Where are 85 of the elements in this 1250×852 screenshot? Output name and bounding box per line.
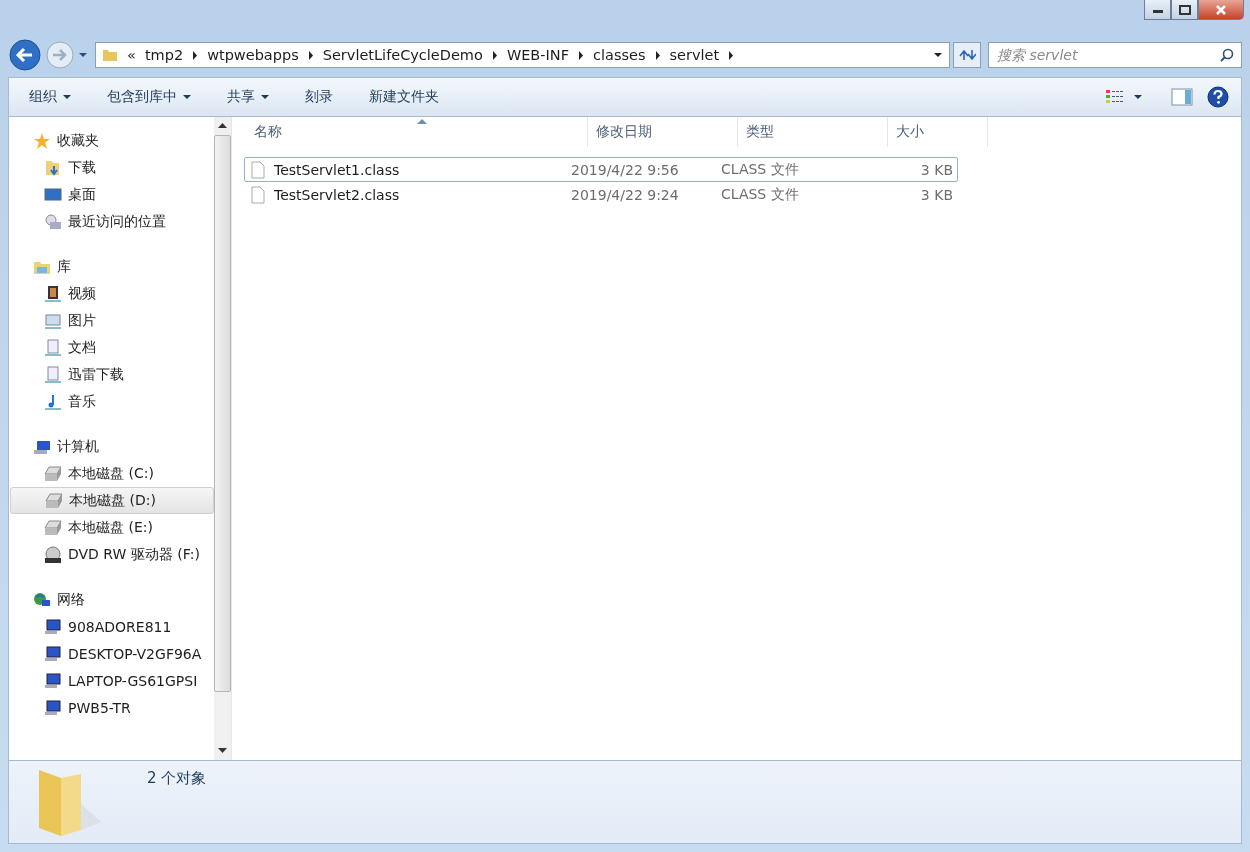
chevron-icon[interactable]: [192, 50, 199, 60]
nav-item[interactable]: 908ADORE811: [10, 613, 214, 640]
nav-item[interactable]: 图片: [10, 307, 214, 334]
scrollbar[interactable]: [214, 117, 231, 760]
item-count: 2 个对象: [147, 769, 207, 788]
video-icon: [44, 284, 62, 303]
breadcrumb[interactable]: servlet: [669, 47, 720, 63]
nav-group[interactable]: 库: [9, 253, 214, 280]
nav-item[interactable]: 桌面: [10, 181, 214, 208]
search-icon: [1220, 48, 1234, 62]
maximize-button[interactable]: [1171, 0, 1198, 20]
column-header[interactable]: 大小: [888, 117, 988, 147]
refresh-button[interactable]: [953, 42, 981, 68]
breadcrumb[interactable]: WEB-INF: [506, 47, 570, 63]
drive-icon: [44, 464, 62, 483]
breadcrumb[interactable]: wtpwebapps: [207, 47, 299, 63]
help-icon[interactable]: [1207, 86, 1229, 108]
scroll-down-icon[interactable]: [218, 748, 227, 754]
nav-item[interactable]: PWB5-TR: [10, 694, 214, 721]
drive-icon: [45, 491, 63, 510]
nav-item[interactable]: LAPTOP-GS61GPSI: [10, 667, 214, 694]
chevron-icon[interactable]: [654, 50, 661, 60]
breadcrumb[interactable]: ServletLifeCycleDemo: [322, 47, 483, 63]
nav-item[interactable]: 最近访问的位置: [10, 208, 214, 235]
nav-item[interactable]: DESKTOP-V2GF96A: [10, 640, 214, 667]
recent-pages-icon[interactable]: [78, 52, 88, 58]
nav-item[interactable]: 下载: [10, 154, 214, 181]
column-header[interactable]: 名称: [246, 117, 588, 147]
sort-arrow-icon: [416, 119, 427, 124]
column-header[interactable]: 修改日期: [588, 117, 738, 147]
desktop-icon: [44, 185, 62, 204]
chevron-icon[interactable]: [578, 50, 585, 60]
toolbar-button[interactable]: 刻录: [297, 84, 341, 110]
nav-item[interactable]: 视频: [10, 280, 214, 307]
dvd-icon: [44, 545, 62, 564]
pc-icon: [44, 671, 62, 690]
back-button[interactable]: [8, 38, 42, 72]
music-icon: [44, 392, 62, 411]
refresh-icon: [958, 48, 976, 62]
nav-group[interactable]: 网络: [9, 586, 214, 613]
nav-item[interactable]: 音乐: [10, 388, 214, 415]
nav-item[interactable]: DVD RW 驱动器 (F:): [10, 541, 214, 568]
nav-item[interactable]: 本地磁盘 (E:): [10, 514, 214, 541]
network-icon: [33, 590, 51, 609]
search-field[interactable]: 搜索 servlet: [988, 42, 1242, 68]
overflow-chevron[interactable]: «: [127, 47, 136, 63]
nav-item[interactable]: 本地磁盘 (C:): [10, 460, 214, 487]
nav-group[interactable]: 收藏夹: [9, 127, 214, 154]
file-row[interactable]: TestServlet1.class 2019/4/22 9:56 CLASS 文件 3 KB: [244, 157, 958, 182]
folder-icon: [102, 47, 118, 63]
dropdown-icon[interactable]: [933, 52, 943, 58]
toolbar-button[interactable]: 包含到库中: [99, 84, 199, 110]
star-icon: [33, 131, 51, 150]
toolbar-button[interactable]: 组织: [21, 84, 79, 110]
nav-item[interactable]: 文档: [10, 334, 214, 361]
breadcrumb[interactable]: classes: [593, 47, 646, 63]
close-button[interactable]: [1198, 0, 1244, 20]
maximize-icon: [1178, 4, 1191, 15]
toolbar-button[interactable]: 新建文件夹: [361, 84, 447, 110]
minimize-button[interactable]: [1144, 0, 1171, 20]
file-icon: [251, 185, 265, 204]
pc-icon: [44, 644, 62, 663]
address-bar[interactable]: « tmp2 wtpwebapps ServletLifeCycleDemo WEB-INF classes servlet: [95, 42, 950, 68]
pc-icon: [44, 698, 62, 717]
dropdown-icon[interactable]: [1133, 94, 1143, 100]
close-icon: [1215, 3, 1227, 16]
chevron-icon[interactable]: [307, 50, 314, 60]
download-icon: [44, 158, 62, 177]
nav-group[interactable]: 计算机: [9, 433, 214, 460]
breadcrumb[interactable]: tmp2: [144, 47, 184, 63]
file-row[interactable]: TestServlet2.class 2019/4/22 9:24 CLASS 文件 3 KB: [244, 182, 958, 207]
chevron-icon[interactable]: [491, 50, 498, 60]
picture-icon: [44, 311, 62, 330]
doc-icon: [44, 338, 62, 357]
file-icon: [251, 160, 265, 179]
nav-item[interactable]: 本地磁盘 (D:): [10, 487, 214, 514]
column-header[interactable]: 类型: [738, 117, 888, 147]
view-options-icon[interactable]: [1105, 89, 1125, 105]
pc-icon: [44, 617, 62, 636]
chevron-icon[interactable]: [728, 50, 735, 60]
toolbar-button[interactable]: 共享: [219, 84, 277, 110]
nav-item[interactable]: 迅雷下载: [10, 361, 214, 388]
drive-icon: [44, 518, 62, 537]
scroll-up-icon[interactable]: [218, 123, 227, 129]
doc-icon: [44, 365, 62, 384]
